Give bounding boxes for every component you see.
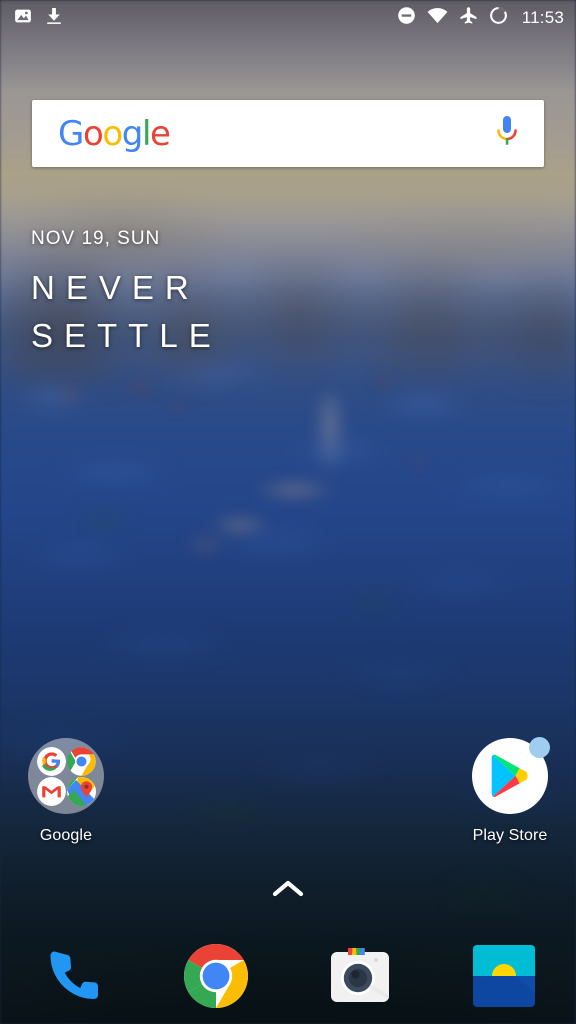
logo-letter-e: e	[150, 113, 171, 154]
logo-letter-o1: o	[82, 113, 104, 154]
status-bar[interactable]: 11:53	[0, 0, 576, 36]
google-g-icon	[37, 747, 66, 776]
chrome-icon	[182, 942, 250, 1010]
widget-slogan-line1: NEVER	[31, 269, 200, 306]
app-play-store[interactable]: Play Store	[454, 737, 566, 845]
do-not-disturb-icon	[397, 6, 416, 30]
logo-letter-o2: o	[102, 113, 123, 154]
microphone-icon[interactable]	[492, 112, 522, 155]
google-logo: Google	[58, 113, 171, 154]
gallery-icon	[470, 942, 538, 1010]
google-folder-icon	[28, 738, 104, 814]
widget-date: NOV 19, SUN	[31, 228, 161, 249]
widget-slogan-line2: SETTLE	[31, 317, 222, 354]
play-store-notification-badge	[529, 737, 550, 758]
home-screen: 11:53 Google NOV 19, SUN NEVER SETTLE Go…	[0, 0, 576, 1024]
status-bar-system-icons[interactable]: 11:53	[397, 6, 564, 30]
phone-icon	[38, 942, 106, 1010]
status-bar-notifications[interactable]	[14, 7, 62, 30]
status-clock: 11:53	[521, 8, 564, 27]
google-search-bar[interactable]: Google	[32, 100, 544, 167]
app-drawer-chevron-icon[interactable]	[268, 876, 308, 902]
app-label-google: Google	[39, 827, 93, 844]
dock-item-chrome[interactable]	[144, 942, 288, 1010]
download-icon	[46, 7, 62, 30]
screenshot-icon	[14, 7, 32, 30]
battery-icon	[489, 6, 508, 30]
logo-letter-g1: G	[58, 113, 84, 154]
logo-letter-l: l	[141, 113, 151, 154]
camera-icon	[326, 942, 394, 1010]
dock	[0, 928, 576, 1024]
gmail-icon	[37, 777, 66, 806]
folder-icon-holder	[28, 738, 104, 814]
dock-item-gallery[interactable]	[432, 942, 576, 1010]
never-settle-widget[interactable]: NOV 19, SUN NEVER SETTLE	[31, 228, 222, 360]
airplane-mode-icon	[459, 6, 478, 30]
chrome-icon	[67, 747, 96, 776]
logo-letter-g2: g	[121, 113, 144, 154]
wifi-icon	[427, 7, 448, 29]
app-folder-google[interactable]: Google	[10, 738, 122, 845]
app-label-play-store: Play Store	[472, 827, 548, 844]
dock-item-camera[interactable]	[288, 942, 432, 1010]
dock-item-phone[interactable]	[0, 942, 144, 1010]
play-store-icon-holder	[472, 737, 550, 814]
maps-icon	[67, 777, 96, 806]
